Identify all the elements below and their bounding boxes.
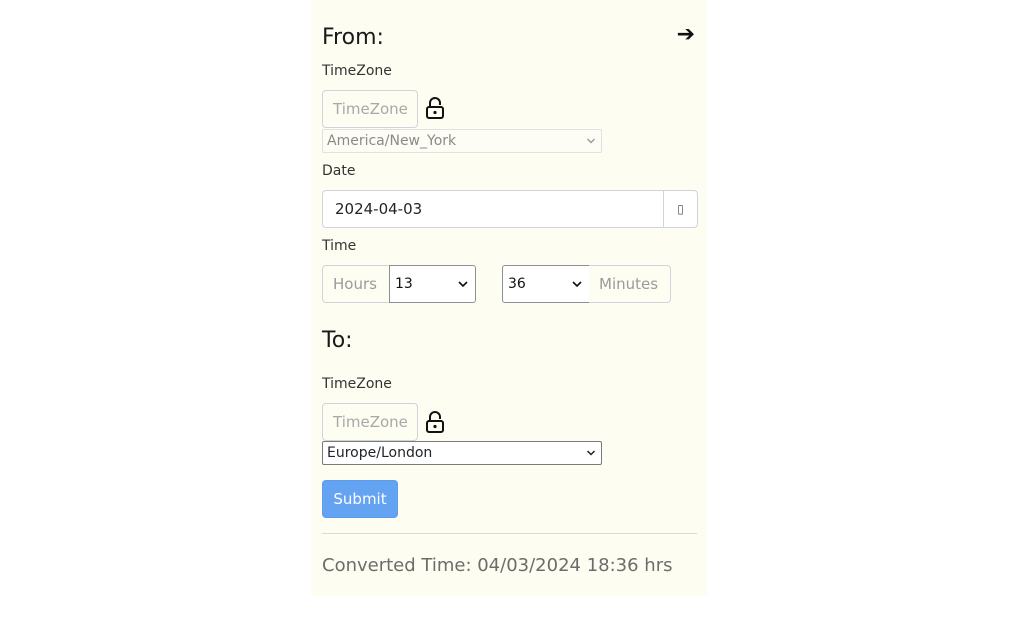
date-label: Date <box>322 163 356 179</box>
from-timezone-input[interactable] <box>322 90 418 128</box>
time-label: Time <box>322 238 357 254</box>
converter-panel: From: ➔ TimeZone America/New_York Date 2… <box>311 0 707 596</box>
from-timezone-select[interactable]: America/New_York <box>322 129 602 153</box>
calendar-button[interactable]: ▯ <box>663 190 698 228</box>
hours-addon: Hours <box>322 265 390 303</box>
from-heading: From: <box>322 25 384 50</box>
submit-button[interactable]: Submit <box>322 480 398 518</box>
minutes-addon: Minutes <box>589 265 671 303</box>
from-timezone-label: TimeZone <box>322 63 392 79</box>
minutes-select[interactable]: 36 <box>502 265 590 303</box>
to-heading: To: <box>322 328 353 353</box>
date-input[interactable]: 2024-04-03 <box>322 190 663 228</box>
to-timezone-input[interactable] <box>322 403 418 441</box>
hours-select[interactable]: 13 <box>389 265 476 303</box>
chevron-down-icon <box>586 450 596 456</box>
converted-time-result: Converted Time: 04/03/2024 18:36 hrs <box>322 555 673 576</box>
from-timezone-selected: America/New_York <box>327 133 457 149</box>
to-timezone-select[interactable]: Europe/London <box>322 441 602 465</box>
chevron-down-icon <box>572 281 582 288</box>
chevron-down-icon <box>587 138 595 144</box>
to-timezone-selected: Europe/London <box>327 445 433 461</box>
lock-icon[interactable] <box>424 410 446 434</box>
divider <box>322 533 697 534</box>
hours-value: 13 <box>395 276 413 292</box>
date-input-group: 2024-04-03 ▯ <box>322 190 698 228</box>
chevron-down-icon <box>458 281 468 288</box>
minutes-value: 36 <box>508 276 526 292</box>
arrow-right-icon[interactable]: ➔ <box>677 24 695 46</box>
lock-icon[interactable] <box>424 96 446 120</box>
to-timezone-label: TimeZone <box>322 376 392 392</box>
